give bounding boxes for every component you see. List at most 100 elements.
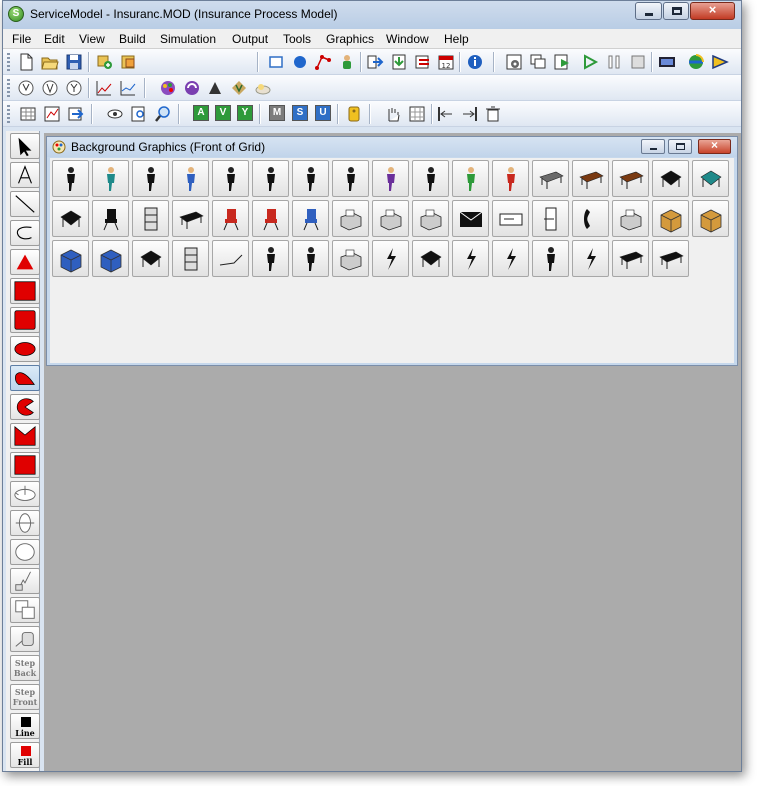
- filled-square-tool[interactable]: [10, 452, 40, 478]
- paper-graphic-button[interactable]: [532, 200, 569, 237]
- model-package-icon[interactable]: [120, 53, 138, 71]
- minimize-button[interactable]: [635, 2, 662, 20]
- table-brown-graphic-button[interactable]: [612, 160, 649, 197]
- align-left-icon[interactable]: [437, 105, 455, 123]
- person-blue-pink-graphic-button[interactable]: [172, 160, 209, 197]
- chair-blue-graphic-button[interactable]: [292, 200, 329, 237]
- ellipse-tool[interactable]: [10, 336, 40, 362]
- letter-y-button[interactable]: Y: [237, 105, 253, 121]
- file-cabinet-graphic-button[interactable]: [132, 200, 169, 237]
- person-at-desk-graphic-button[interactable]: [252, 240, 289, 277]
- trend-chart-icon[interactable]: [95, 79, 113, 97]
- line-sketch-graphic-button[interactable]: [212, 240, 249, 277]
- chair-red-2-graphic-button[interactable]: [252, 200, 289, 237]
- machine-graphic-button[interactable]: [612, 200, 649, 237]
- path-network-icon[interactable]: [314, 53, 332, 71]
- person-sitting-graphic-button[interactable]: [532, 240, 569, 277]
- circle-tool[interactable]: [10, 539, 40, 565]
- person-red-graphic-button[interactable]: [492, 160, 529, 197]
- lightning-2-graphic-button[interactable]: [452, 240, 489, 277]
- letter-a-button[interactable]: A: [193, 105, 209, 121]
- pause-icon[interactable]: [605, 53, 623, 71]
- cubicle-graphic-button[interactable]: [652, 160, 689, 197]
- rotate-vertical-tool[interactable]: [10, 510, 40, 536]
- title-bar[interactable]: S ServiceModel - Insuranc.MOD (Insurance…: [3, 1, 741, 29]
- tag-icon[interactable]: [345, 105, 363, 123]
- lightning-4-graphic-button[interactable]: [572, 240, 609, 277]
- menu-window[interactable]: Window: [386, 32, 429, 46]
- select-arrow-tool[interactable]: [10, 133, 40, 159]
- letter-v-button[interactable]: V: [215, 105, 231, 121]
- typewriter-graphic-button[interactable]: [332, 200, 369, 237]
- run-simulation-icon[interactable]: [553, 53, 571, 71]
- table-icon[interactable]: [19, 105, 37, 123]
- rotate-horizontal-tool[interactable]: [10, 481, 40, 507]
- child-title-bar[interactable]: Background Graphics (Front of Grid) ×: [47, 137, 737, 157]
- table-round-graphic-button[interactable]: [172, 200, 209, 237]
- pallet-graphic-button[interactable]: [132, 240, 169, 277]
- chair-black-graphic-button[interactable]: [92, 200, 129, 237]
- person-outline-graphic-button[interactable]: [412, 160, 449, 197]
- toolbar-grip[interactable]: [7, 105, 10, 123]
- desk-brown-graphic-button[interactable]: [572, 160, 609, 197]
- merge-model-icon[interactable]: [96, 53, 114, 71]
- group-tool[interactable]: [10, 597, 40, 623]
- close-button[interactable]: ×: [690, 2, 735, 20]
- workstation-left-graphic-button[interactable]: [52, 200, 89, 237]
- line-chart-icon[interactable]: [119, 79, 137, 97]
- fill-color-button[interactable]: Fill: [10, 742, 40, 768]
- person-running-graphic-button[interactable]: [332, 160, 369, 197]
- rounded-rectangle-tool[interactable]: [10, 307, 40, 333]
- rectangle-tool[interactable]: [10, 278, 40, 304]
- ungroup-tool[interactable]: [10, 626, 40, 652]
- triangle-tool[interactable]: [10, 249, 40, 275]
- routing-icon[interactable]: [414, 53, 432, 71]
- person-black-graphic-button[interactable]: [132, 160, 169, 197]
- line-tool[interactable]: [10, 191, 40, 217]
- desk-gray-graphic-button[interactable]: [532, 160, 569, 197]
- menu-output[interactable]: Output: [232, 32, 268, 46]
- zoom-page-icon[interactable]: [130, 105, 148, 123]
- swirl-icon[interactable]: [183, 79, 201, 97]
- text-tool[interactable]: [10, 162, 40, 188]
- menu-graphics[interactable]: Graphics: [326, 32, 374, 46]
- letter-s-button[interactable]: S: [292, 105, 308, 121]
- telephone-graphic-button[interactable]: [572, 200, 609, 237]
- maximize-button[interactable]: [663, 2, 689, 20]
- person-walking-graphic-button[interactable]: [252, 160, 289, 197]
- pie-tool[interactable]: [10, 394, 40, 420]
- lightning-graphic-button[interactable]: [372, 240, 409, 277]
- circle-icon[interactable]: [291, 53, 309, 71]
- chord-tool[interactable]: [10, 365, 40, 391]
- resource-person-icon[interactable]: [338, 53, 356, 71]
- person-at-counter-graphic-button[interactable]: [292, 240, 329, 277]
- monitor-graphic-button[interactable]: [332, 240, 369, 277]
- info-icon[interactable]: [466, 53, 484, 71]
- menu-help[interactable]: Help: [444, 32, 469, 46]
- toolbar-grip[interactable]: [7, 79, 10, 97]
- save-icon[interactable]: [65, 53, 83, 71]
- cloud-icon[interactable]: [254, 79, 272, 97]
- align-right-icon[interactable]: [460, 105, 478, 123]
- arrivals-icon[interactable]: [366, 53, 384, 71]
- flag-icon[interactable]: [711, 53, 729, 71]
- processing-icon[interactable]: [390, 53, 408, 71]
- animation-film-icon[interactable]: [658, 53, 676, 71]
- polygon-tool[interactable]: [10, 423, 40, 449]
- fax-graphic-button[interactable]: [372, 200, 409, 237]
- child-maximize-button[interactable]: [668, 139, 692, 154]
- menu-edit[interactable]: Edit: [44, 32, 65, 46]
- magnifier-icon[interactable]: [154, 105, 172, 123]
- calendar-icon[interactable]: 12: [437, 53, 455, 71]
- play-icon[interactable]: [581, 53, 599, 71]
- app-icon[interactable]: S: [8, 6, 24, 22]
- circle-y-icon[interactable]: [65, 79, 83, 97]
- person-teal-graphic-button[interactable]: [92, 160, 129, 197]
- person-suit-graphic-button[interactable]: [212, 160, 249, 197]
- step-back-button[interactable]: Step Back: [10, 655, 40, 681]
- workstation-teal-graphic-button[interactable]: [692, 160, 729, 197]
- hand-pan-icon[interactable]: [384, 105, 402, 123]
- import-icon[interactable]: [67, 105, 85, 123]
- trash-icon[interactable]: [484, 105, 502, 123]
- open-folder-icon[interactable]: [41, 53, 59, 71]
